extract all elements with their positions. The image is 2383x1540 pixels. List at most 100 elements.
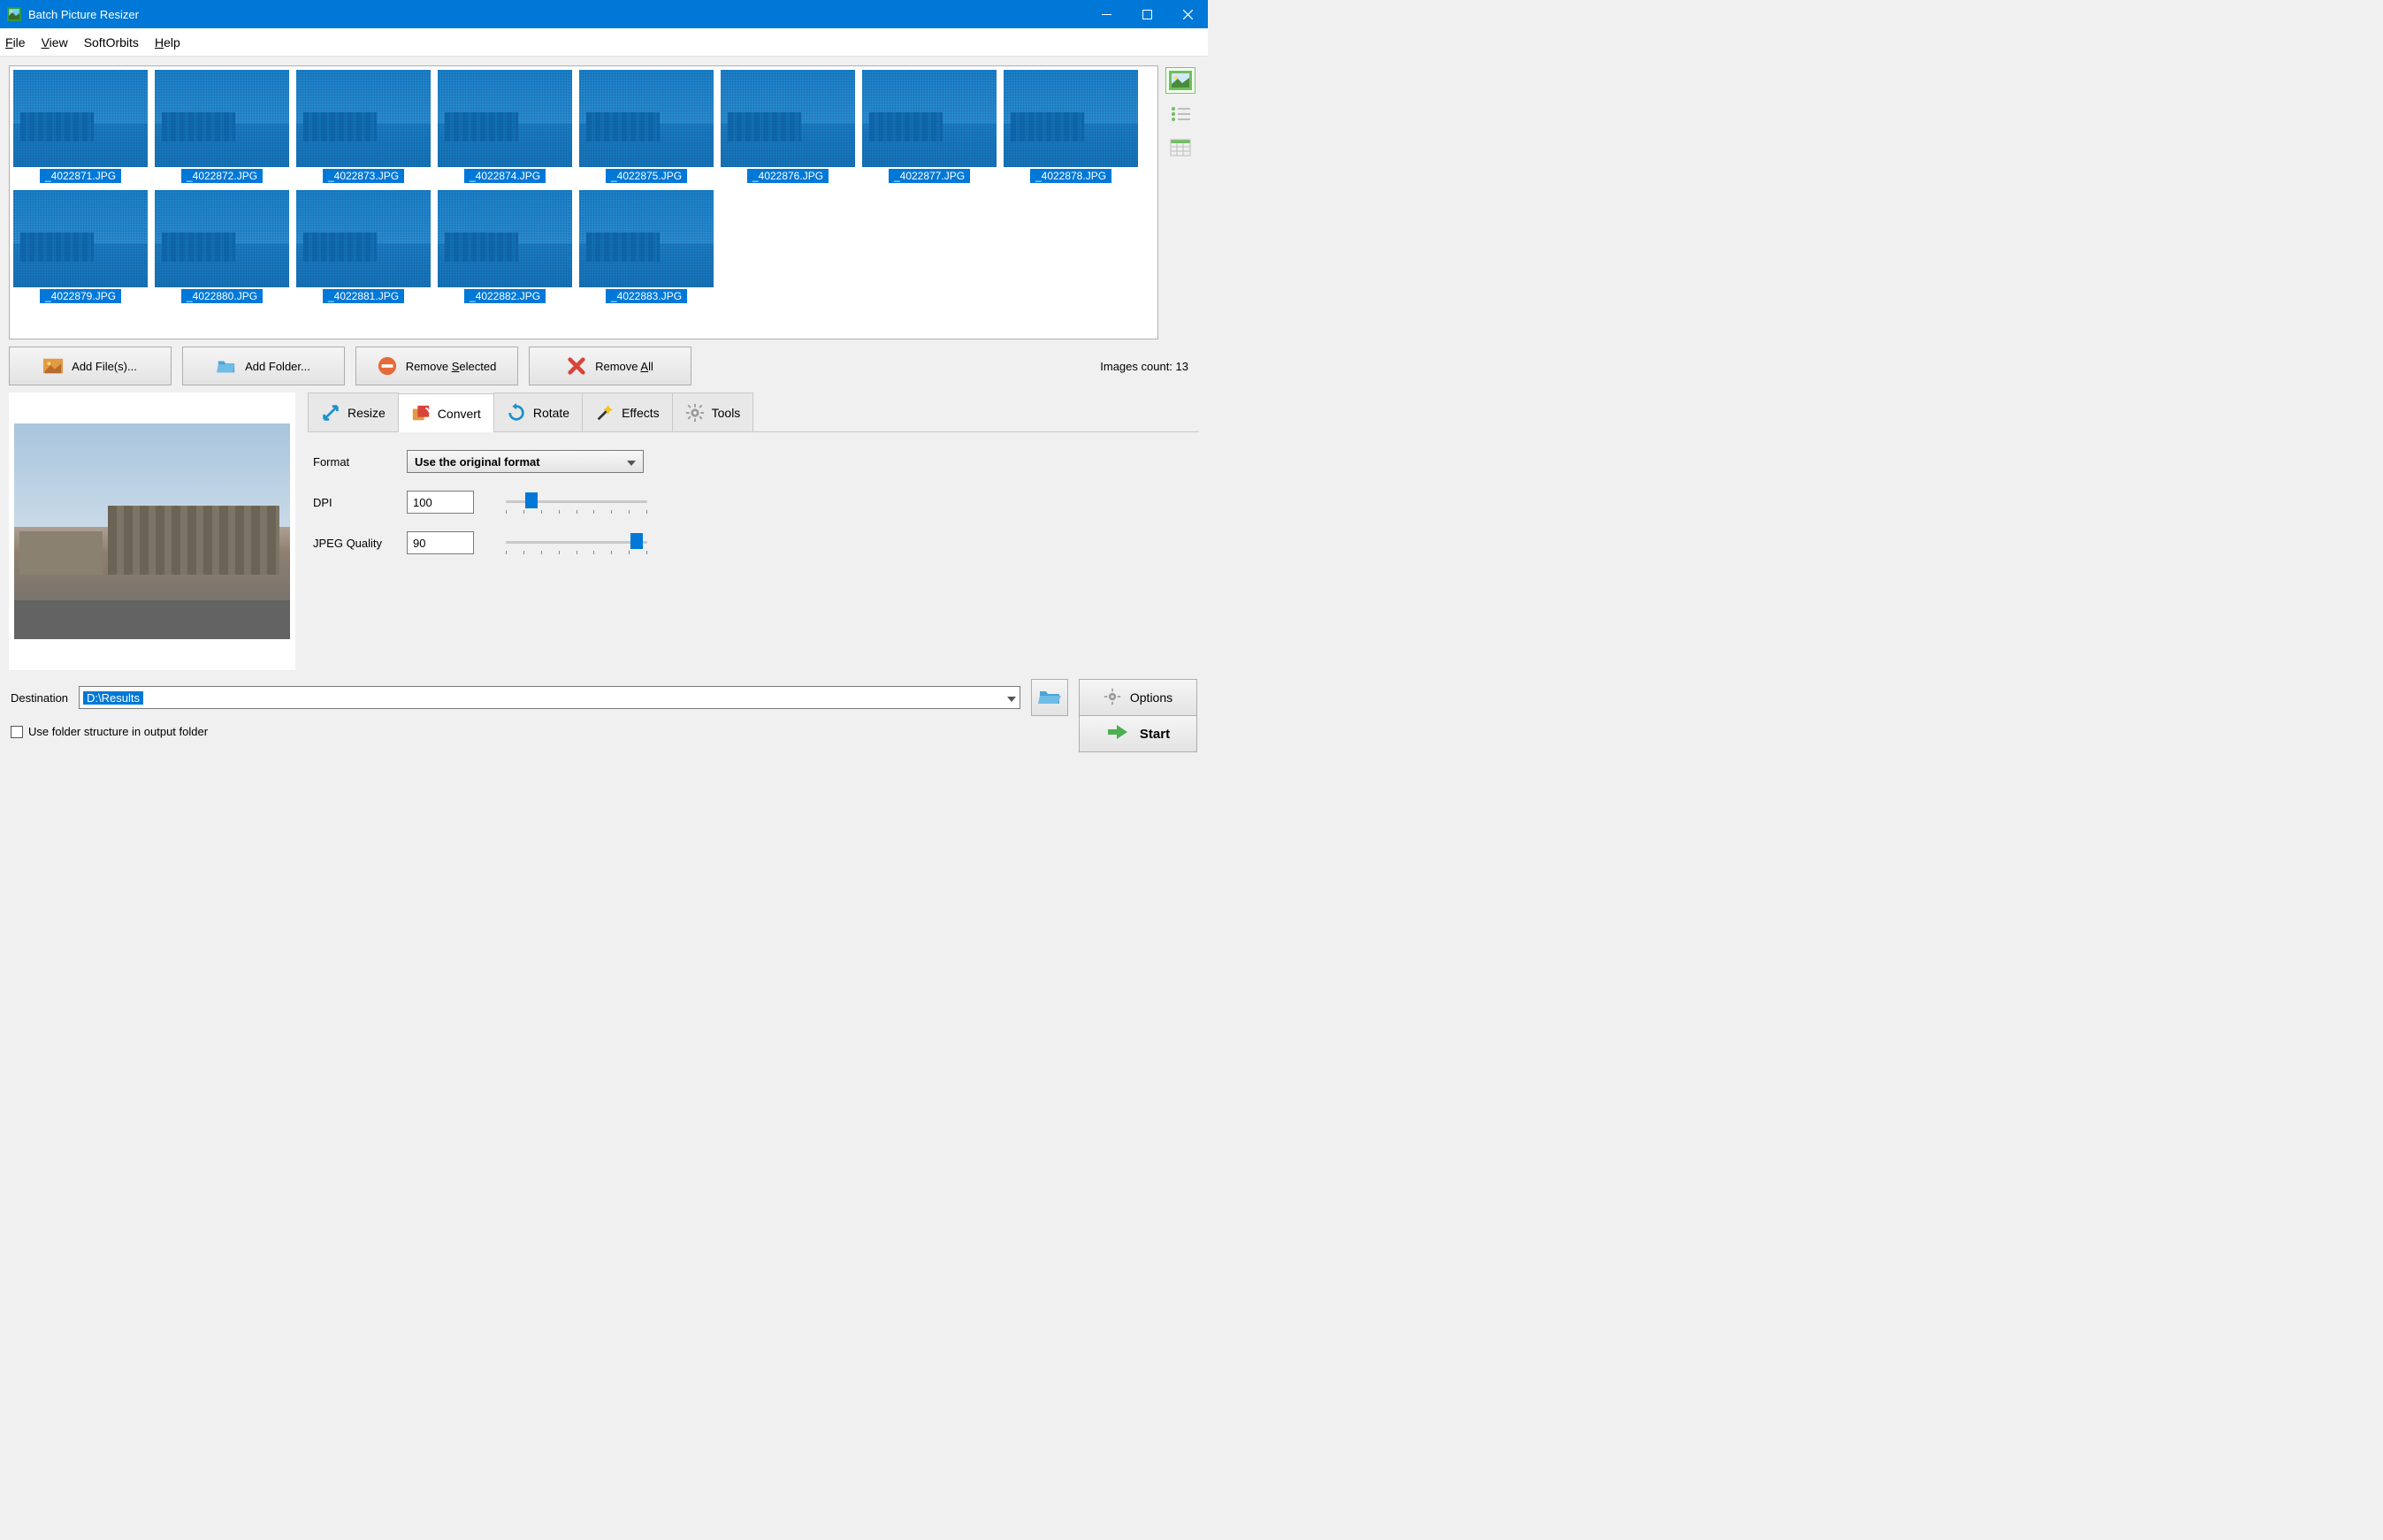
image-icon — [43, 356, 63, 376]
preview-panel — [9, 393, 295, 670]
tab-rotate[interactable]: Rotate — [493, 393, 583, 431]
thumbnail-label: _4022882.JPG — [464, 289, 546, 303]
dpi-input[interactable] — [407, 491, 474, 514]
window-controls — [1086, 0, 1208, 28]
tab-resize[interactable]: Resize — [308, 393, 399, 431]
thumbnail-label: _4022878.JPG — [1030, 169, 1111, 183]
remove-all-button[interactable]: Remove All — [529, 347, 691, 385]
play-icon — [1106, 723, 1127, 744]
remove-all-label: Remove All — [595, 360, 653, 373]
preview-image — [14, 423, 290, 639]
thumbnail-item[interactable]: _4022874.JPG — [438, 70, 572, 183]
delete-icon — [567, 356, 586, 376]
destination-row: Destination D:\Results Options — [11, 679, 1197, 716]
titlebar: Batch Picture Resizer — [0, 0, 1208, 28]
tab-tools[interactable]: Tools — [672, 393, 754, 431]
tab-effects[interactable]: Effects — [582, 393, 673, 431]
thumbnail-item[interactable]: _4022879.JPG — [13, 190, 148, 303]
view-details-button[interactable] — [1165, 134, 1195, 161]
add-folder-label: Add Folder... — [245, 360, 310, 373]
menu-file[interactable]: File — [5, 35, 26, 50]
thumbnail-item[interactable]: _4022875.JPG — [579, 70, 714, 183]
thumbnail-image — [155, 70, 289, 167]
thumbnail-item[interactable]: _4022882.JPG — [438, 190, 572, 303]
thumbnail-item[interactable]: _4022872.JPG — [155, 70, 289, 183]
browse-button[interactable] — [1031, 679, 1068, 716]
thumbnail-label: _4022871.JPG — [40, 169, 121, 183]
thumbnail-image — [721, 70, 855, 167]
options-label: Options — [1130, 690, 1172, 705]
app-icon — [7, 7, 21, 21]
thumbnail-item[interactable]: _4022873.JPG — [296, 70, 431, 183]
gear-icon — [1104, 688, 1121, 708]
tab-rotate-label: Rotate — [533, 406, 569, 420]
footer: Destination D:\Results Options Use folde… — [0, 670, 1208, 752]
tab-convert-label: Convert — [438, 407, 481, 421]
menu-help[interactable]: Help — [155, 35, 180, 50]
images-count-label: Images count: 13 — [1100, 360, 1199, 373]
add-folder-button[interactable]: Add Folder... — [182, 347, 345, 385]
format-select[interactable]: Use the original format — [407, 450, 644, 473]
thumbnail-label: _4022875.JPG — [606, 169, 687, 183]
destination-input[interactable]: D:\Results — [79, 686, 1020, 709]
jpeg-quality-input[interactable] — [407, 531, 474, 554]
thumbnail-item[interactable]: _4022880.JPG — [155, 190, 289, 303]
thumbnail-image — [13, 190, 148, 287]
thumbnail-item[interactable]: _4022881.JPG — [296, 190, 431, 303]
close-button[interactable] — [1167, 0, 1208, 28]
thumbnail-item[interactable]: _4022883.JPG — [579, 190, 714, 303]
thumbnail-image — [438, 190, 572, 287]
thumbnail-label: _4022872.JPG — [181, 169, 263, 183]
thumbnail-label: _4022880.JPG — [181, 289, 263, 303]
tab-convert[interactable]: Convert — [398, 393, 494, 432]
add-files-button[interactable]: Add File(s)... — [9, 347, 172, 385]
jpeg-quality-row: JPEG Quality — [313, 531, 1194, 554]
menu-softorbits[interactable]: SoftOrbits — [84, 35, 139, 50]
rotate-icon — [507, 403, 526, 423]
action-toolbar: Add File(s)... Add Folder... Remove Sele… — [0, 339, 1208, 393]
thumbnail-item[interactable]: _4022871.JPG — [13, 70, 148, 183]
tab-convert-body: Format Use the original format DPI JPEG … — [308, 432, 1199, 590]
minimize-button[interactable] — [1086, 0, 1127, 28]
format-value: Use the original format — [415, 455, 540, 469]
chevron-down-icon — [627, 455, 636, 469]
maximize-button[interactable] — [1127, 0, 1167, 28]
start-label: Start — [1140, 727, 1170, 742]
tab-effects-label: Effects — [622, 406, 660, 420]
tab-tools-label: Tools — [712, 406, 741, 420]
options-button[interactable]: Options — [1079, 679, 1197, 716]
folder-structure-checkbox[interactable] — [11, 726, 23, 738]
effects-icon — [595, 403, 615, 423]
start-button[interactable]: Start — [1079, 715, 1197, 752]
tab-resize-label: Resize — [348, 406, 386, 420]
thumbnail-label: _4022873.JPG — [323, 169, 404, 183]
menubar: File View SoftOrbits Help — [0, 28, 1208, 57]
tabs-area: Resize Convert Rotate Effects Tools Form… — [308, 393, 1199, 670]
view-thumbnails-button[interactable] — [1165, 67, 1195, 94]
dpi-label: DPI — [313, 496, 407, 509]
thumbnail-label: _4022877.JPG — [889, 169, 970, 183]
view-mode-toolbar — [1165, 65, 1199, 339]
menu-view[interactable]: View — [42, 35, 68, 50]
destination-label: Destination — [11, 691, 68, 705]
thumbnail-image — [438, 70, 572, 167]
view-list-button[interactable] — [1165, 101, 1195, 127]
thumbnail-item[interactable]: _4022876.JPG — [721, 70, 855, 183]
format-label: Format — [313, 455, 407, 469]
thumbnail-image — [296, 190, 431, 287]
remove-selected-button[interactable]: Remove Selected — [355, 347, 518, 385]
dpi-row: DPI — [313, 491, 1194, 514]
thumbnail-image — [1004, 70, 1138, 167]
thumbnail-item[interactable]: _4022877.JPG — [862, 70, 997, 183]
gear-icon — [685, 403, 705, 423]
remove-icon — [378, 356, 397, 376]
window-title: Batch Picture Resizer — [28, 8, 1086, 21]
mid-section: Resize Convert Rotate Effects Tools Form… — [0, 393, 1208, 670]
remove-selected-label: Remove Selected — [406, 360, 497, 373]
jpeg-quality-slider[interactable] — [506, 531, 647, 554]
thumbnail-item[interactable]: _4022878.JPG — [1004, 70, 1138, 183]
slider-thumb-icon — [630, 533, 643, 549]
dpi-slider[interactable] — [506, 491, 647, 514]
thumbnail-image — [579, 70, 714, 167]
content-row: _4022871.JPG _4022872.JPG _4022873.JPG _402… — [0, 57, 1208, 339]
